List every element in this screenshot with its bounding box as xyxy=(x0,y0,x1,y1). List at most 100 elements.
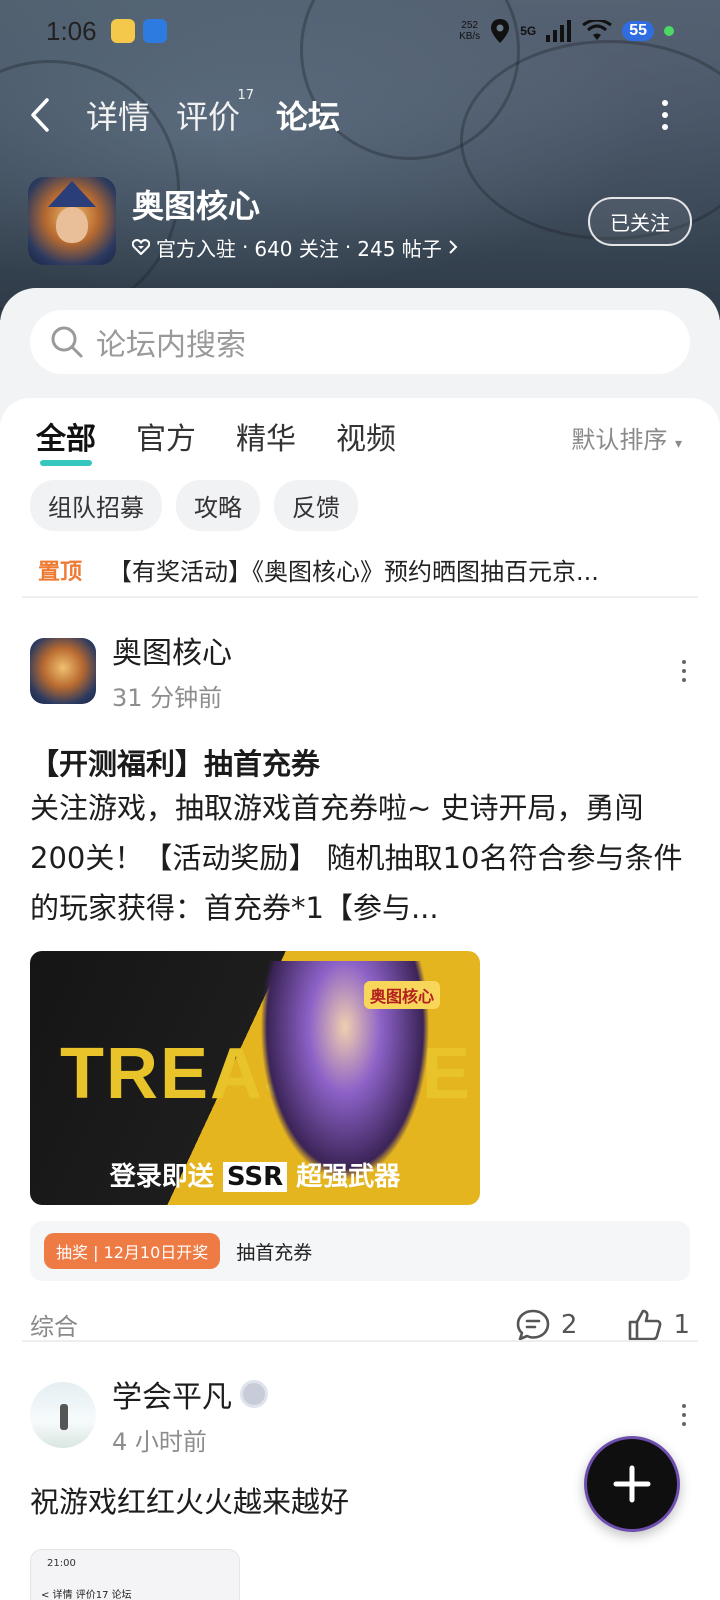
feed-tab-featured[interactable]: 精华 xyxy=(236,414,296,458)
like-count: 1 xyxy=(673,1309,690,1340)
status-time: 1:06 xyxy=(46,15,97,46)
sort-label: 默认排序 xyxy=(571,426,668,454)
battery-indicator: 55 xyxy=(622,21,654,41)
more-vertical-icon xyxy=(662,112,668,118)
feed-tab-video[interactable]: 视频 xyxy=(336,414,396,458)
caption-pre: 登录即送 xyxy=(109,1162,214,1192)
search-placeholder: 论坛内搜索 xyxy=(96,328,246,363)
topic-chips: 组队招募 攻略 反馈 xyxy=(30,480,358,531)
lottery-badge: 抽奖 | 12月10日开奖 xyxy=(44,1233,221,1269)
heart-badge-icon xyxy=(132,239,150,255)
comment-button[interactable]: 2 xyxy=(515,1308,578,1342)
game-icon[interactable] xyxy=(28,177,116,265)
author-block: 奥图核心 31 分钟前 xyxy=(112,628,232,713)
game-name: 奥图核心 xyxy=(132,186,261,225)
post-time: 4 小时前 xyxy=(112,1428,207,1456)
post-more-button[interactable] xyxy=(682,659,690,682)
caption-ssr: SSR xyxy=(222,1162,288,1192)
post-screenshot-thumbnail[interactable]: 21:00 < 详情 评价17 论坛 xyxy=(30,1549,240,1600)
back-button[interactable] xyxy=(30,95,60,135)
pinned-post[interactable]: 置顶 【有奖活动】《奥图核心》预约晒图抽百元京... xyxy=(38,552,688,587)
pinned-tag: 置顶 xyxy=(38,559,83,585)
lottery-card[interactable]: 抽奖 | 12月10日开奖 抽首充券 xyxy=(30,1221,690,1281)
post-card[interactable]: 奥图核心 31 分钟前 【开测福利】抽首充券 关注游戏，抽取游戏首充券啦~ 史诗… xyxy=(30,628,690,1342)
more-menu-button[interactable] xyxy=(660,100,670,130)
follow-button[interactable]: 已关注 xyxy=(588,196,692,246)
meta-separator: · xyxy=(344,235,352,259)
location-icon xyxy=(491,19,510,43)
reviews-count: 17 xyxy=(237,88,255,103)
chevron-right-icon xyxy=(449,240,458,254)
game-info: 奥图核心 官方入驻 · 640 关注 · 245 帖子 xyxy=(132,181,458,262)
more-vertical-icon xyxy=(662,124,668,130)
like-button[interactable]: 1 xyxy=(627,1308,690,1342)
feed-tab-official[interactable]: 官方 xyxy=(136,414,196,458)
author-name[interactable]: 学会平凡 xyxy=(112,1372,268,1416)
search-icon xyxy=(51,326,83,358)
top-nav: 详情 评价 17 论坛 xyxy=(0,85,720,145)
chip-feedback[interactable]: 反馈 xyxy=(274,480,358,531)
avatar[interactable] xyxy=(30,637,96,704)
pinned-title: 【有奖活动】《奥图核心》预约晒图抽百元京... xyxy=(108,558,599,586)
image-logo: 奥图核心 xyxy=(363,981,440,1009)
wifi-icon xyxy=(582,20,613,40)
chip-guide[interactable]: 攻略 xyxy=(176,480,260,531)
author-name-text: 奥图核心 xyxy=(112,636,232,671)
divider xyxy=(22,1340,698,1342)
tab-details[interactable]: 详情 xyxy=(86,92,150,138)
game-meta[interactable]: 官方入驻 · 640 关注 · 245 帖子 xyxy=(132,233,458,262)
author-name[interactable]: 奥图核心 xyxy=(112,628,232,672)
net-speed-unit: KB/s xyxy=(459,31,481,42)
feed-tabs: 全部 官方 精华 视频 xyxy=(36,414,436,466)
meta-separator: · xyxy=(242,235,249,259)
divider xyxy=(22,596,698,598)
posts-count: 245 帖子 xyxy=(357,236,442,261)
create-post-button[interactable] xyxy=(584,1436,680,1532)
official-label: 官方入驻 xyxy=(156,236,236,261)
thumb-time: 21:00 xyxy=(47,1558,76,1569)
image-caption: 登录即送 SSR 超强武器 xyxy=(30,1156,480,1193)
more-vertical-icon xyxy=(662,100,668,106)
tab-forum-label: 论坛 xyxy=(276,98,341,136)
post-category[interactable]: 综合 xyxy=(30,1307,78,1342)
caret-down-icon: ▾ xyxy=(674,436,682,452)
chip-team-recruit[interactable]: 组队招募 xyxy=(30,480,162,531)
more-vertical-icon xyxy=(682,1403,686,1408)
post-body: 关注游戏，抽取游戏首充券啦~ 史诗开局，勇闯200关！【活动奖励】 随机抽取10… xyxy=(30,791,683,925)
network-type: 5G xyxy=(520,24,537,38)
net-speed-value: 252 xyxy=(461,20,478,31)
post-footer: 综合 2 1 xyxy=(30,1307,690,1342)
author-name-text: 学会平凡 xyxy=(112,1380,232,1415)
status-bar: 1:06 252 KB/s 5G 55 xyxy=(0,0,720,62)
tab-reviews[interactable]: 评价 17 xyxy=(176,88,254,138)
more-vertical-icon xyxy=(682,668,686,673)
post-image[interactable]: TREASURE 奥图核心 登录即送 SSR 超强武器 xyxy=(30,951,480,1205)
comment-icon xyxy=(516,1309,550,1340)
user-level-badge-icon xyxy=(240,1380,268,1408)
tab-details-label: 详情 xyxy=(86,98,151,136)
avatar[interactable] xyxy=(30,1381,96,1448)
feed-tab-all[interactable]: 全部 xyxy=(36,414,96,466)
forum-search-bar[interactable]: 论坛内搜索 xyxy=(30,310,690,374)
author-block: 学会平凡 4 小时前 xyxy=(112,1372,268,1457)
thumbs-up-icon xyxy=(629,1309,662,1340)
back-arrow-icon xyxy=(31,98,49,132)
post-header: 学会平凡 4 小时前 xyxy=(30,1372,690,1457)
more-vertical-icon xyxy=(682,1412,686,1417)
comment-count: 2 xyxy=(560,1309,578,1340)
sort-dropdown[interactable]: 默认排序 ▾ xyxy=(571,420,682,455)
tab-reviews-label: 评价 xyxy=(176,98,241,136)
tab-forum[interactable]: 论坛 xyxy=(276,92,341,138)
signal-icon xyxy=(546,20,572,42)
net-speed: 252 KB/s xyxy=(459,20,480,42)
lottery-title: 抽首充券 xyxy=(236,1241,313,1264)
privacy-dot xyxy=(664,26,674,36)
more-vertical-icon xyxy=(682,1421,686,1426)
status-notification-icons xyxy=(110,19,167,43)
notification-app-icon xyxy=(110,19,135,43)
caption-post: 超强武器 xyxy=(296,1162,401,1192)
post-title: 【开测福利】抽首充券 xyxy=(30,747,321,781)
notification-app-icon xyxy=(142,19,167,43)
status-right: 252 KB/s 5G 55 xyxy=(459,18,674,44)
post-more-button[interactable] xyxy=(682,1403,690,1426)
